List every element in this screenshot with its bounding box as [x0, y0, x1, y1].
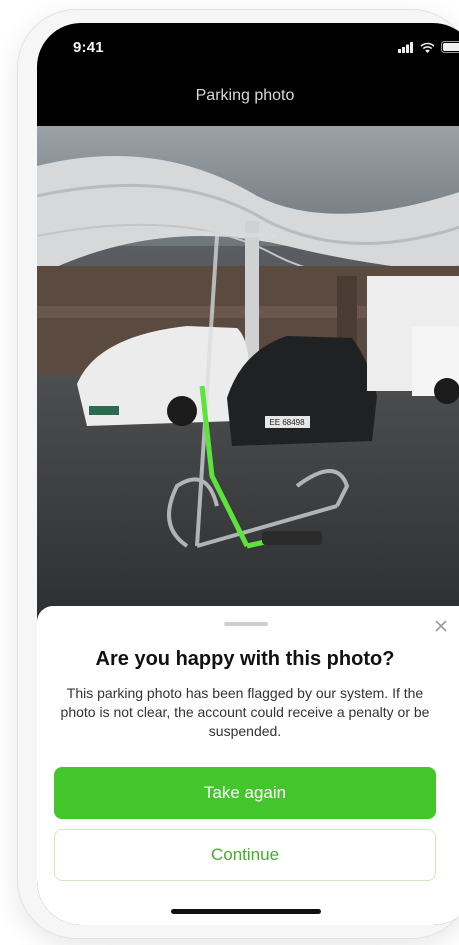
status-bar: 9:41: [37, 23, 459, 75]
status-icons: [398, 41, 459, 53]
close-icon[interactable]: [433, 618, 449, 634]
wifi-icon: [420, 42, 435, 53]
sheet-grabber[interactable]: [224, 622, 268, 626]
take-again-button[interactable]: Take again: [54, 767, 436, 819]
sheet-message: This parking photo has been flagged by o…: [60, 685, 430, 739]
continue-button[interactable]: Continue: [54, 829, 436, 881]
parking-photo: EE 68498: [37, 126, 459, 626]
parking-scene-illustration: EE 68498: [37, 126, 459, 626]
license-plate: EE 68498: [269, 418, 305, 427]
bottom-sheet: Are you happy with this photo? This park…: [37, 606, 459, 925]
sheet-title: Are you happy with this photo?: [95, 648, 395, 670]
page-title: Parking photo: [195, 87, 295, 104]
home-indicator: [171, 909, 321, 914]
phone-screen: 9:41 Parking photo EE 68498 Are you happ…: [37, 23, 459, 925]
signal-icon: [398, 41, 413, 53]
status-time: 9:41: [73, 39, 104, 56]
battery-icon: [441, 41, 459, 53]
